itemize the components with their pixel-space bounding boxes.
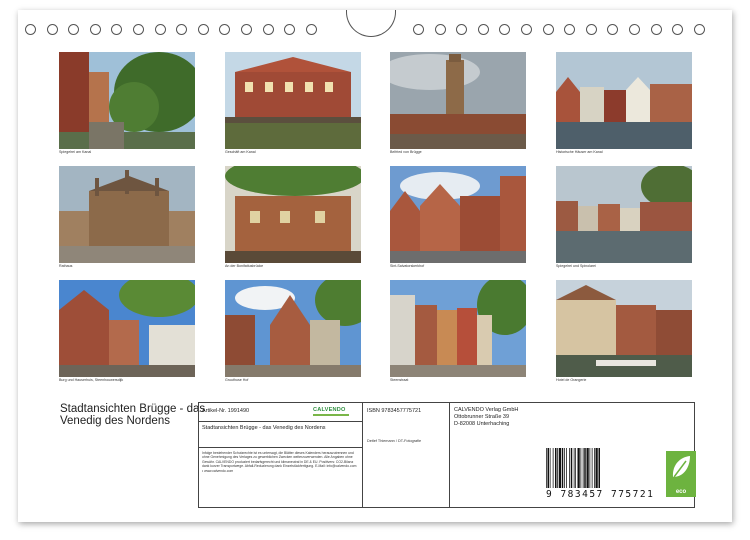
photo-bonifatiusbruecke (225, 166, 361, 263)
publisher-name: CALVENDO Verlag GmbH (454, 407, 519, 413)
binding-ring (607, 24, 619, 35)
photo-caption: Rathaus (59, 264, 73, 268)
binding-ring (154, 24, 166, 35)
photo-spiegelrei-spinolarei (556, 166, 692, 263)
binding-ring (284, 24, 296, 35)
binding-ring (241, 24, 252, 35)
photo-caption: Belfried von Brügge (390, 150, 422, 154)
photo-caption: Spiegelrei am Kanal (59, 150, 92, 154)
binding-ring (68, 24, 80, 35)
photo-burg-hauserhuis (59, 280, 195, 377)
barcode-bar (546, 448, 547, 488)
barcode-bar (570, 448, 573, 488)
binding-ring (111, 24, 123, 35)
binding-ring (650, 24, 662, 35)
barcode-bar (569, 448, 570, 488)
barcode-bar (564, 448, 565, 488)
barcode-bar (584, 448, 586, 488)
photo-gruuthuse-hof (225, 280, 361, 377)
publisher-street: Ottobrunner Straße 39 (454, 414, 510, 420)
eco-label-text: eco (675, 489, 687, 495)
barcode-bar (577, 448, 580, 488)
photo-spiegelrei (59, 52, 195, 149)
binding-ring (176, 24, 188, 35)
barcode-bar (594, 448, 595, 488)
barcode-bar (573, 448, 575, 488)
photo-caption: Hotel de Orangerie (556, 378, 587, 382)
barcode-bar (595, 448, 598, 488)
barcode-bar (591, 448, 593, 488)
barcode-bar (549, 448, 551, 488)
barcode-bar (561, 448, 564, 488)
binding-ring (46, 24, 58, 35)
calendar-back-page: Spiegelrei am Kanal Geschäft am Kanal Be… (18, 10, 732, 522)
eco-label: eco (666, 451, 696, 497)
barcode-bar (547, 448, 549, 488)
binding-ring (629, 24, 640, 35)
binding-ring (564, 24, 576, 35)
article-number: Artikel-Nr. 1991490 (202, 408, 250, 414)
box-title: Stadtansichten Brügge - das Venedig des … (202, 425, 326, 431)
photo-belfried (390, 52, 526, 149)
photo-rathaus (59, 166, 195, 263)
binding-ring (693, 24, 705, 35)
barcode-bar (598, 448, 600, 488)
photo-caption: Sint-Salvatorskerkhof (390, 264, 425, 268)
publisher-city: D-82008 Unterhaching (454, 421, 510, 427)
calvendo-logo-text: CALVENDO (313, 407, 346, 413)
binding-ring (305, 24, 317, 35)
isbn: ISBN 9783457775721 (367, 408, 422, 414)
barcode-bar (582, 448, 584, 488)
photo-caption: Spiegelrei und Spinolarei (556, 264, 596, 268)
binding-ring (434, 24, 446, 35)
barcode-bar (555, 448, 557, 488)
photo-caption: Steenstraat (390, 378, 409, 382)
binding-ring (219, 24, 231, 35)
author: Detlef Thiemann / DT-Fotografie (367, 439, 422, 443)
barcode-bar (575, 448, 576, 488)
barcode-bar (580, 448, 582, 488)
binding-ring (542, 24, 554, 35)
binding-ring (262, 24, 274, 35)
calvendo-logo: CALVENDO (313, 407, 349, 416)
calendar-title: Stadtansichten Brügge - das Venedig des … (60, 403, 206, 427)
photo-geschaeft-am-kanal (225, 52, 361, 149)
barcode-bar (589, 448, 591, 488)
barcode-bar (558, 448, 561, 488)
photo-caption: Gruuthuse Hof (225, 378, 249, 382)
binding-ring (133, 24, 144, 35)
binding-ring (521, 24, 532, 35)
binding-ring (477, 24, 489, 35)
photo-caption: Geschäft am Kanal (225, 150, 256, 154)
photo-historische-haeuser (556, 52, 692, 149)
photo-caption: Burg und Hauserhuis, Steenhouwersdijk (59, 378, 124, 382)
product-info-box: Artikel-Nr. 1991490 CALVENDO Stadtansich… (198, 402, 696, 508)
barcode-bar (566, 448, 567, 488)
barcode-bar (557, 448, 558, 488)
photo-caption: Historische Häuser am Kanal (556, 150, 603, 154)
binding-ring (456, 24, 468, 35)
leaf-icon (672, 456, 690, 478)
barcode-number: 9 783457 775721 (546, 489, 655, 500)
photo-caption: An der Bonifatiusbrücke (225, 264, 264, 268)
binding-ring (89, 24, 101, 35)
binding-ring (499, 24, 511, 35)
binding-ring (672, 24, 684, 35)
barcode-bar (552, 448, 554, 488)
photo-sint-salvatorskerkhof (390, 166, 526, 263)
legal-fine-print: Infolge bestehender Schutzrechte ist es … (202, 451, 357, 473)
photo-steenstraat (390, 280, 526, 377)
binding-ring (413, 24, 424, 35)
binding-ring (25, 24, 36, 35)
barcode-bar (586, 448, 589, 488)
binding-ring (197, 24, 209, 35)
barcode (546, 448, 600, 488)
photo-hotel-de-orangerie (556, 280, 692, 377)
binding-ring (585, 24, 597, 35)
